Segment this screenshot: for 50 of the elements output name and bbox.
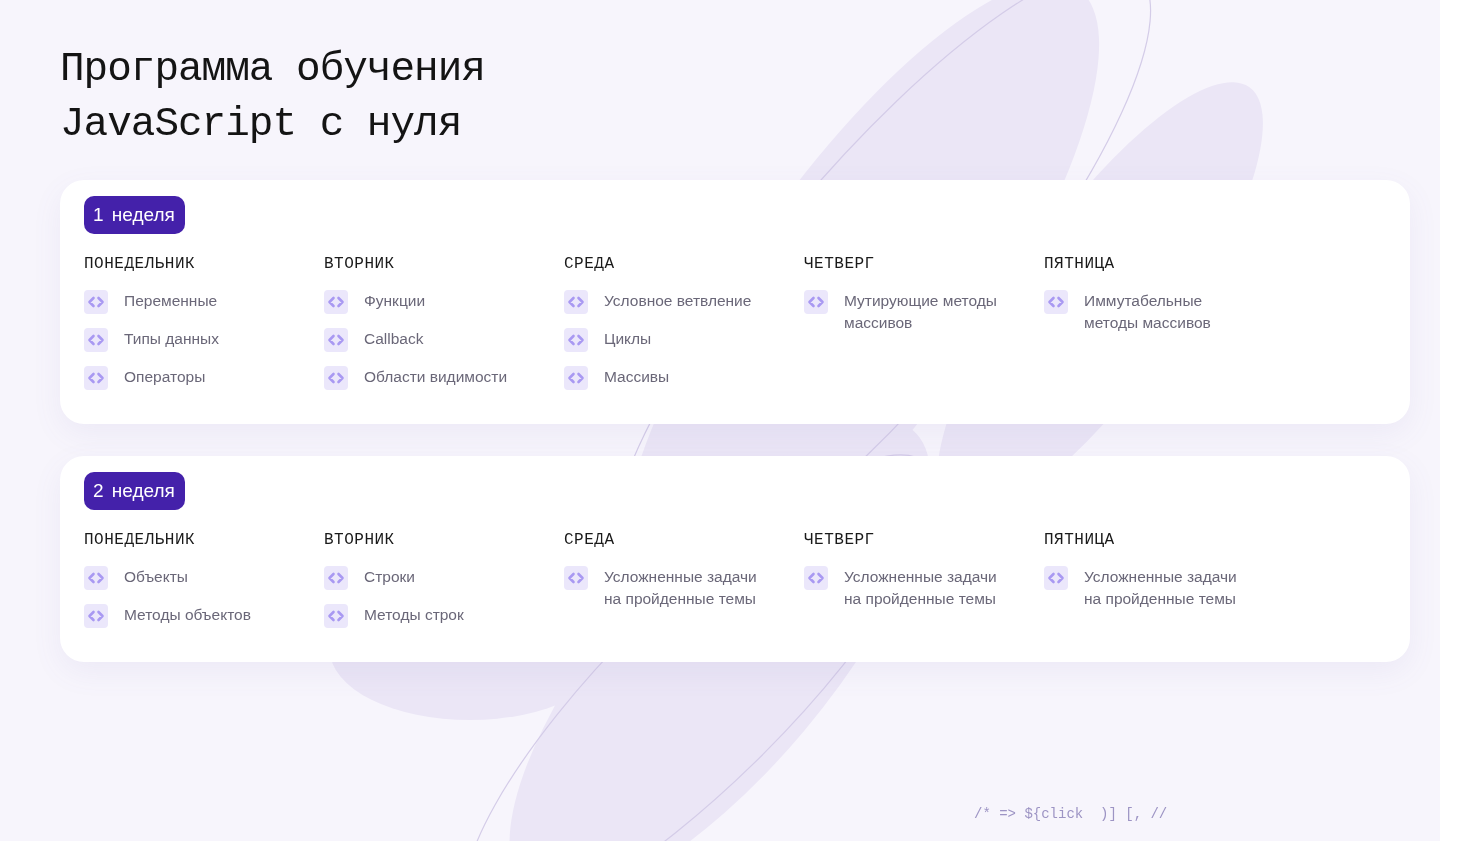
topic-label: Циклы (604, 329, 652, 349)
week-badge: 2 неделя (84, 472, 185, 510)
day-heading: ПОНЕДЕЛЬНИК (84, 530, 196, 550)
day-heading: ПОНЕДЕЛЬНИК (84, 254, 196, 274)
day-heading: ПЯТНИЦА (1044, 530, 1115, 550)
day-heading: ВТОРНИК (324, 530, 395, 550)
topic-label: Переменные (124, 291, 218, 311)
topic-label: Callback (364, 329, 424, 349)
code-icon (804, 566, 828, 590)
code-icon (324, 366, 348, 390)
code-icon (564, 328, 588, 352)
code-icon (564, 290, 588, 314)
code-icon (804, 290, 828, 314)
page-title: Программа обучения JavaScript с нуля (60, 45, 486, 149)
code-icon (1044, 566, 1068, 590)
day-heading: ЧЕТВЕРГ (804, 530, 875, 550)
topic-label: Методы объектов (124, 605, 251, 625)
day-heading: ПЯТНИЦА (1044, 254, 1115, 274)
topic-label: Операторы (124, 367, 206, 387)
code-icon (84, 366, 108, 390)
code-icon (324, 328, 348, 352)
day-heading: СРЕДА (564, 254, 615, 274)
code-icon (564, 566, 588, 590)
topic-label: Функции (364, 291, 426, 311)
week-badge: 1 неделя (84, 196, 185, 234)
topic-label: Усложненные задачи на пройденные темы (604, 567, 758, 609)
code-icon (324, 290, 348, 314)
code-icon (564, 366, 588, 390)
topic-label: Объекты (124, 567, 188, 587)
day-heading: ВТОРНИК (324, 254, 395, 274)
code-icon (84, 604, 108, 628)
topic-label: Строки (364, 567, 415, 587)
code-icon (324, 566, 348, 590)
code-icon (84, 566, 108, 590)
topic-label: Мутирующие методы массивов (844, 291, 998, 333)
topic-label: Типы данных (124, 329, 219, 349)
day-heading: СРЕДА (564, 530, 615, 550)
topic-label: Массивы (604, 367, 670, 387)
code-icon (1044, 290, 1068, 314)
topic-label: Методы строк (364, 605, 464, 625)
topic-label: Усложненные задачи на пройденные темы (844, 567, 998, 609)
topic-label: Области видимости (364, 367, 508, 387)
code-decoration: /* => ${click )] [, // (974, 806, 1168, 822)
topic-label: Усложненные задачи на пройденные темы (1084, 567, 1238, 609)
code-icon (84, 328, 108, 352)
topic-label: Условное ветвление (604, 291, 752, 311)
code-icon (324, 604, 348, 628)
code-icon (84, 290, 108, 314)
topic-label: Иммутабельные методы массивов (1084, 291, 1212, 333)
day-heading: ЧЕТВЕРГ (804, 254, 875, 274)
